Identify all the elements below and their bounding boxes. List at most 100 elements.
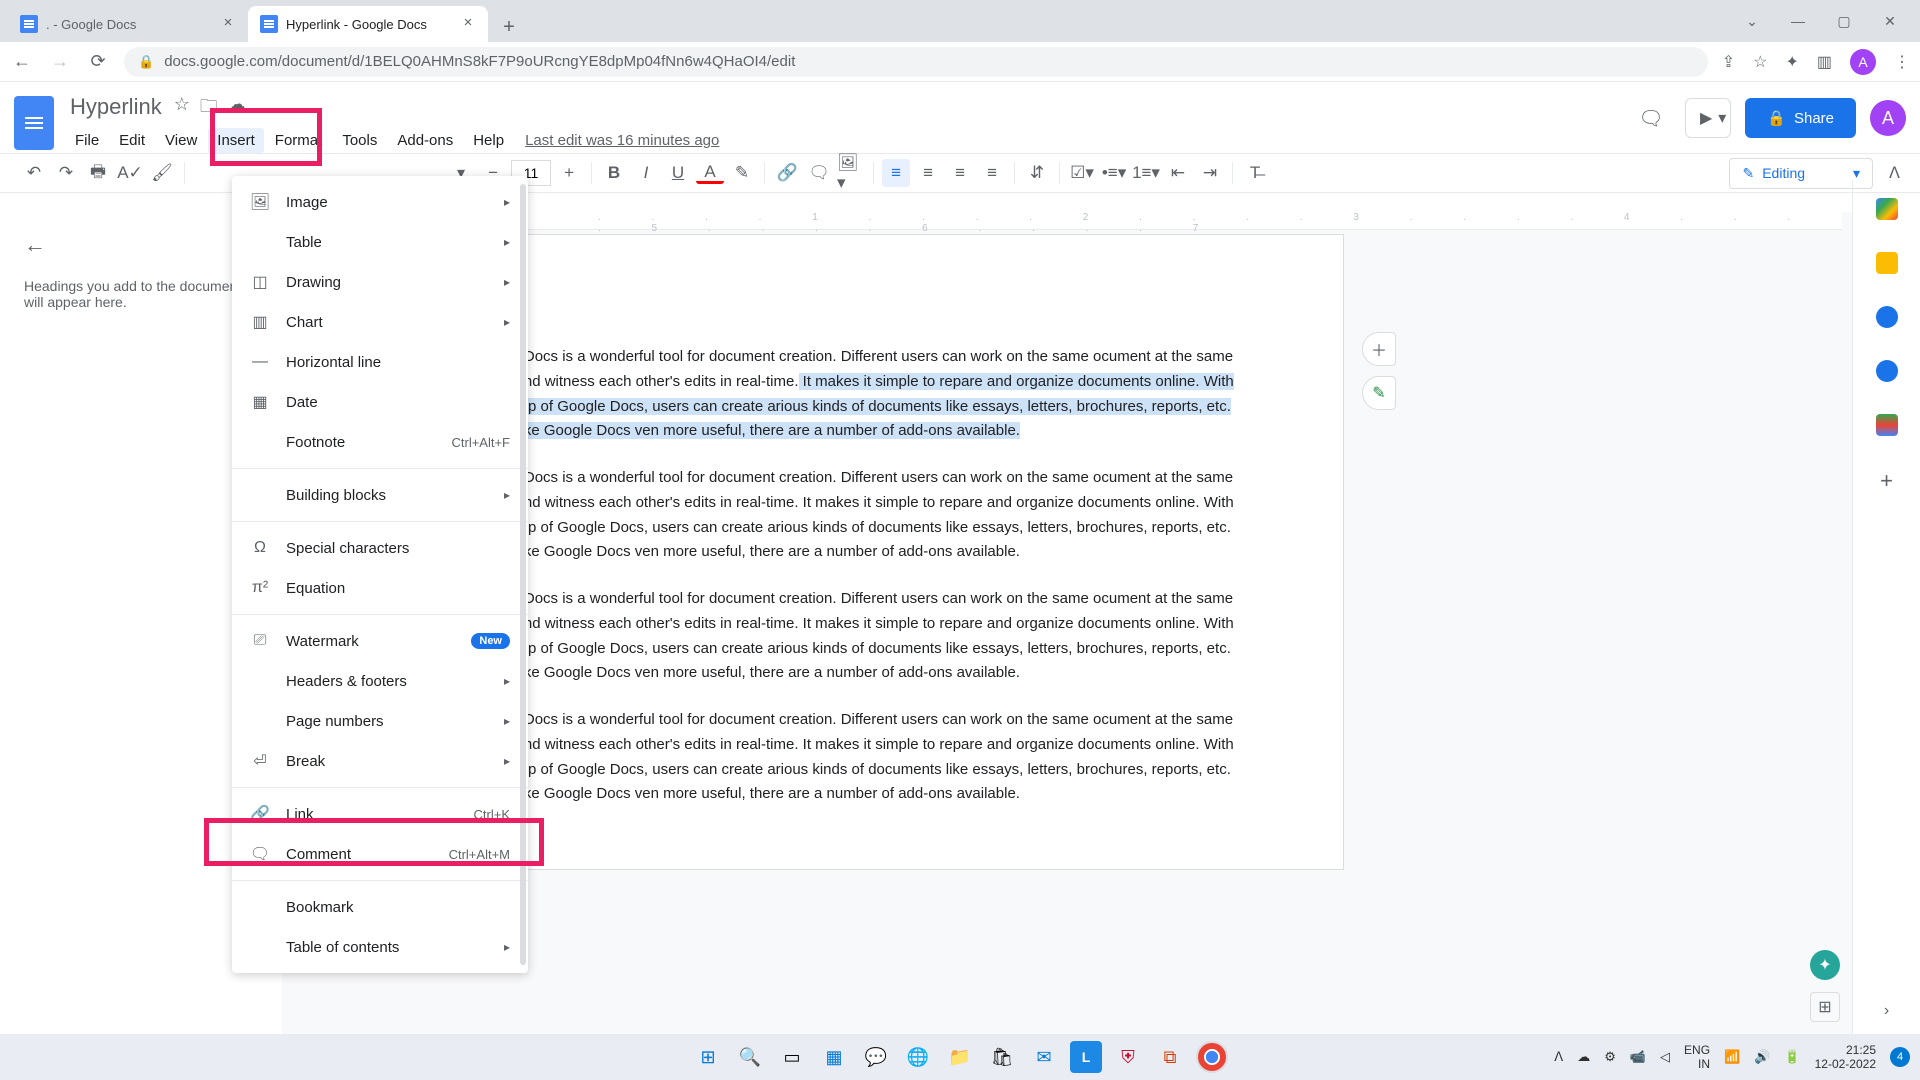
numbered-list-button[interactable]: 1≡▾ <box>1132 159 1160 187</box>
address-bar[interactable]: 🔒 docs.google.com/document/d/1BELQ0AHMnS… <box>124 47 1708 77</box>
profile-avatar[interactable]: A <box>1850 49 1876 75</box>
browser-tab-active[interactable]: Hyperlink - Google Docs × <box>248 6 488 42</box>
star-icon[interactable]: ☆ <box>174 94 190 124</box>
store-icon[interactable]: 🛍 <box>986 1041 1018 1073</box>
explorer-icon[interactable]: 📁 <box>944 1041 976 1073</box>
undo-button[interactable] <box>20 159 48 187</box>
insert-bookmark[interactable]: Bookmark <box>232 887 528 927</box>
location-icon[interactable]: ◁ <box>1660 1049 1670 1065</box>
show-side-panel-button[interactable]: ⊞ <box>1810 992 1840 1022</box>
insert-date[interactable]: ▦Date <box>232 382 528 422</box>
bookmark-icon[interactable]: ☆ <box>1753 52 1767 72</box>
share-page-icon[interactable]: ⇪ <box>1722 52 1735 72</box>
comments-history-button[interactable]: 🗨 <box>1631 98 1671 138</box>
sidepanel-icon[interactable]: ▥ <box>1817 52 1832 72</box>
chrome-icon[interactable] <box>1196 1041 1228 1073</box>
battery-icon[interactable]: 🔋 <box>1784 1049 1800 1065</box>
insert-chart[interactable]: ▥Chart▸ <box>232 302 528 342</box>
text-color-button[interactable]: A <box>696 162 724 184</box>
menu-tools[interactable]: Tools <box>333 128 386 153</box>
tray-overflow-icon[interactable]: ᐱ <box>1554 1049 1563 1065</box>
increase-font-button[interactable]: + <box>555 159 583 187</box>
app-icon[interactable]: L <box>1070 1041 1102 1073</box>
paint-format-button[interactable]: 🖌 <box>148 159 176 187</box>
menu-addons[interactable]: Add-ons <box>388 128 462 153</box>
insert-hr[interactable]: —Horizontal line <box>232 342 528 382</box>
share-button[interactable]: 🔒 Share <box>1745 98 1856 138</box>
insert-page-numbers[interactable]: Page numbers▸ <box>232 701 528 741</box>
redo-button[interactable] <box>52 159 80 187</box>
mcafee-icon[interactable]: ⛨ <box>1112 1041 1144 1073</box>
align-left-button[interactable]: ≡ <box>882 159 910 187</box>
kebab-menu-icon[interactable]: ⋮ <box>1894 52 1910 72</box>
add-comment-button[interactable]: 🗨 <box>805 159 833 187</box>
tab-close-icon[interactable]: × <box>220 16 236 32</box>
suggest-rail-button[interactable]: ✎ <box>1362 376 1396 410</box>
account-avatar[interactable]: A <box>1870 100 1906 136</box>
insert-drawing[interactable]: ◫Drawing▸ <box>232 262 528 302</box>
chat-icon[interactable]: 💬 <box>860 1041 892 1073</box>
spellcheck-button[interactable]: A✓ <box>116 159 144 187</box>
align-justify-button[interactable]: ≡ <box>978 159 1006 187</box>
calendar-icon[interactable] <box>1876 198 1898 220</box>
back-button[interactable]: ← <box>10 51 34 72</box>
forward-button[interactable]: → <box>48 51 72 72</box>
increase-indent-button[interactable]: ⇥ <box>1196 159 1224 187</box>
close-window-button[interactable]: ✕ <box>1868 6 1912 36</box>
widgets-button[interactable]: ▦ <box>818 1041 850 1073</box>
insert-watermark[interactable]: ⎚WatermarkNew <box>232 621 528 661</box>
office-icon[interactable]: ⧉ <box>1154 1041 1186 1073</box>
highlight-color-button[interactable]: ✎ <box>728 159 756 187</box>
side-panel-collapse-icon[interactable]: › <box>1884 1002 1889 1020</box>
bold-button[interactable]: B <box>600 159 628 187</box>
meet-now-icon[interactable]: 📹 <box>1630 1049 1646 1065</box>
insert-table[interactable]: Table▸ <box>232 222 528 262</box>
cloud-status-icon[interactable]: ☁ <box>228 94 246 124</box>
print-button[interactable]: 🖶 <box>84 159 112 187</box>
chevron-down-icon[interactable]: ⌄ <box>1730 6 1774 36</box>
reload-button[interactable]: ⟳ <box>86 51 110 72</box>
language-indicator[interactable]: ENG IN <box>1684 1043 1710 1072</box>
explore-button[interactable]: ✦ <box>1810 950 1840 980</box>
add-addon-button[interactable]: + <box>1880 468 1893 494</box>
present-button[interactable]: ▶ ▾ <box>1685 98 1731 138</box>
insert-headers-footers[interactable]: Headers & footers▸ <box>232 661 528 701</box>
checklist-button[interactable]: ☑▾ <box>1068 159 1096 187</box>
contacts-icon[interactable] <box>1876 360 1898 382</box>
tasks-icon[interactable] <box>1876 306 1898 328</box>
underline-button[interactable]: U <box>664 159 692 187</box>
menu-file[interactable]: File <box>66 128 108 153</box>
insert-footnote[interactable]: FootnoteCtrl+Alt+F <box>232 422 528 462</box>
tab-close-icon[interactable]: × <box>460 16 476 32</box>
menu-insert[interactable]: Insert <box>208 128 264 153</box>
insert-image-button[interactable]: 🖼▾ <box>837 159 865 187</box>
search-button[interactable]: 🔍 <box>734 1041 766 1073</box>
maximize-button[interactable]: ▢ <box>1822 6 1866 36</box>
menu-help[interactable]: Help <box>464 128 513 153</box>
new-tab-button[interactable]: + <box>494 12 524 42</box>
maps-icon[interactable] <box>1876 414 1898 436</box>
browser-tab[interactable]: . - Google Docs × <box>8 6 248 42</box>
start-button[interactable]: ⊞ <box>692 1041 724 1073</box>
wifi-icon[interactable]: 📶 <box>1724 1049 1740 1065</box>
last-edit-link[interactable]: Last edit was 16 minutes ago <box>525 128 719 153</box>
move-icon[interactable]: 🗀 <box>200 94 218 124</box>
add-comment-rail-button[interactable]: ＋ <box>1362 332 1396 366</box>
task-view-button[interactable]: ▭ <box>776 1041 808 1073</box>
insert-building-blocks[interactable]: Building blocks▸ <box>232 475 528 515</box>
docs-logo[interactable] <box>14 96 54 150</box>
edge-icon[interactable]: 🌐 <box>902 1041 934 1073</box>
minimize-button[interactable]: — <box>1776 6 1820 36</box>
menu-format[interactable]: Format <box>266 128 332 153</box>
outline-collapse-icon[interactable]: ← <box>24 232 258 258</box>
insert-link-button[interactable]: 🔗 <box>773 159 801 187</box>
align-center-button[interactable]: ≡ <box>914 159 942 187</box>
clock[interactable]: 21:25 12-02-2022 <box>1815 1043 1876 1072</box>
clear-formatting-button[interactable]: T̶ <box>1241 159 1269 187</box>
document-title[interactable]: Hyperlink <box>66 92 166 122</box>
insert-link[interactable]: 🔗LinkCtrl+K <box>232 794 528 834</box>
italic-button[interactable]: I <box>632 159 660 187</box>
insert-special-chars[interactable]: ΩSpecial characters <box>232 528 528 568</box>
decrease-indent-button[interactable]: ⇤ <box>1164 159 1192 187</box>
line-spacing-button[interactable]: ⇵ <box>1023 159 1051 187</box>
